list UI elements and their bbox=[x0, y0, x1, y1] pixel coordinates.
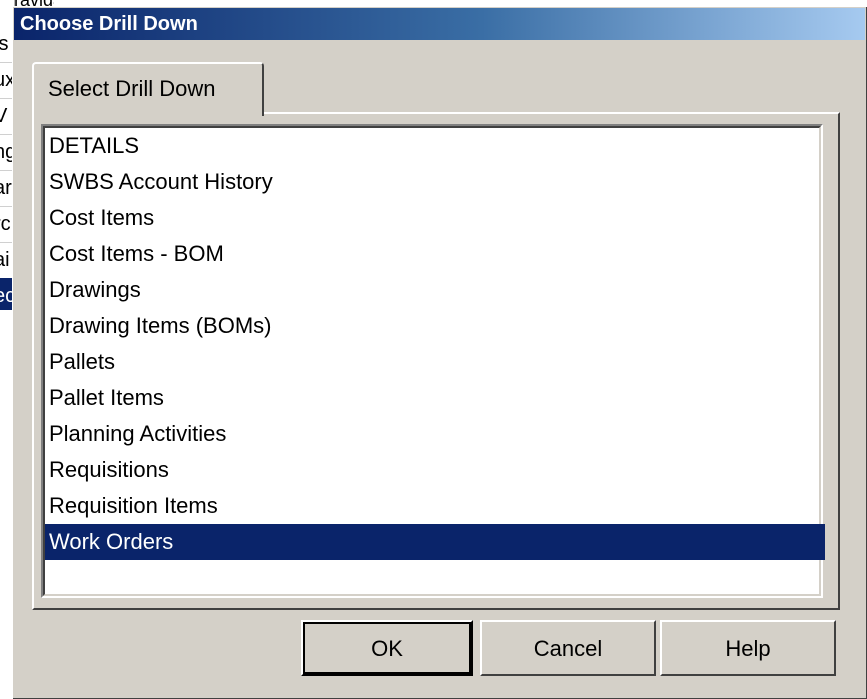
tab-select-drill-down[interactable]: Select Drill Down bbox=[32, 62, 264, 116]
drill-down-item[interactable]: Planning Activities bbox=[45, 416, 825, 452]
help-button[interactable]: Help bbox=[660, 620, 836, 676]
listbox-viewport: DETAILS SWBS Account History Cost Items Cos… bbox=[43, 126, 825, 596]
drill-down-item[interactable]: Requisitions bbox=[45, 452, 825, 488]
drill-down-item[interactable]: SWBS Account History bbox=[45, 164, 825, 200]
dialog-title: Choose Drill Down bbox=[20, 13, 198, 35]
drill-down-item[interactable]: Pallet Items bbox=[45, 380, 825, 416]
drill-down-item[interactable]: Work Orders bbox=[45, 524, 825, 560]
drill-down-item[interactable]: Drawings bbox=[45, 272, 825, 308]
drill-down-item[interactable]: Cost Items bbox=[45, 200, 825, 236]
drill-down-item[interactable]: Pallets bbox=[45, 344, 825, 380]
ok-button[interactable]: OK bbox=[301, 620, 473, 676]
cancel-button[interactable]: Cancel bbox=[480, 620, 656, 676]
drill-down-item[interactable]: DETAILS bbox=[45, 128, 825, 164]
dialog-titlebar[interactable]: Choose Drill Down bbox=[14, 8, 865, 40]
drill-down-item[interactable]: Requisition Items bbox=[45, 488, 825, 524]
choose-drill-down-dialog: Choose Drill Down Select Drill Down DETA… bbox=[12, 6, 867, 699]
drill-down-item[interactable]: Cost Items - BOM bbox=[45, 236, 825, 272]
drill-down-item[interactable]: Drawing Items (BOMs) bbox=[45, 308, 825, 344]
drill-down-listbox[interactable]: DETAILS SWBS Account History Cost Items Cos… bbox=[41, 124, 825, 598]
tab-label: Select Drill Down bbox=[48, 76, 216, 101]
